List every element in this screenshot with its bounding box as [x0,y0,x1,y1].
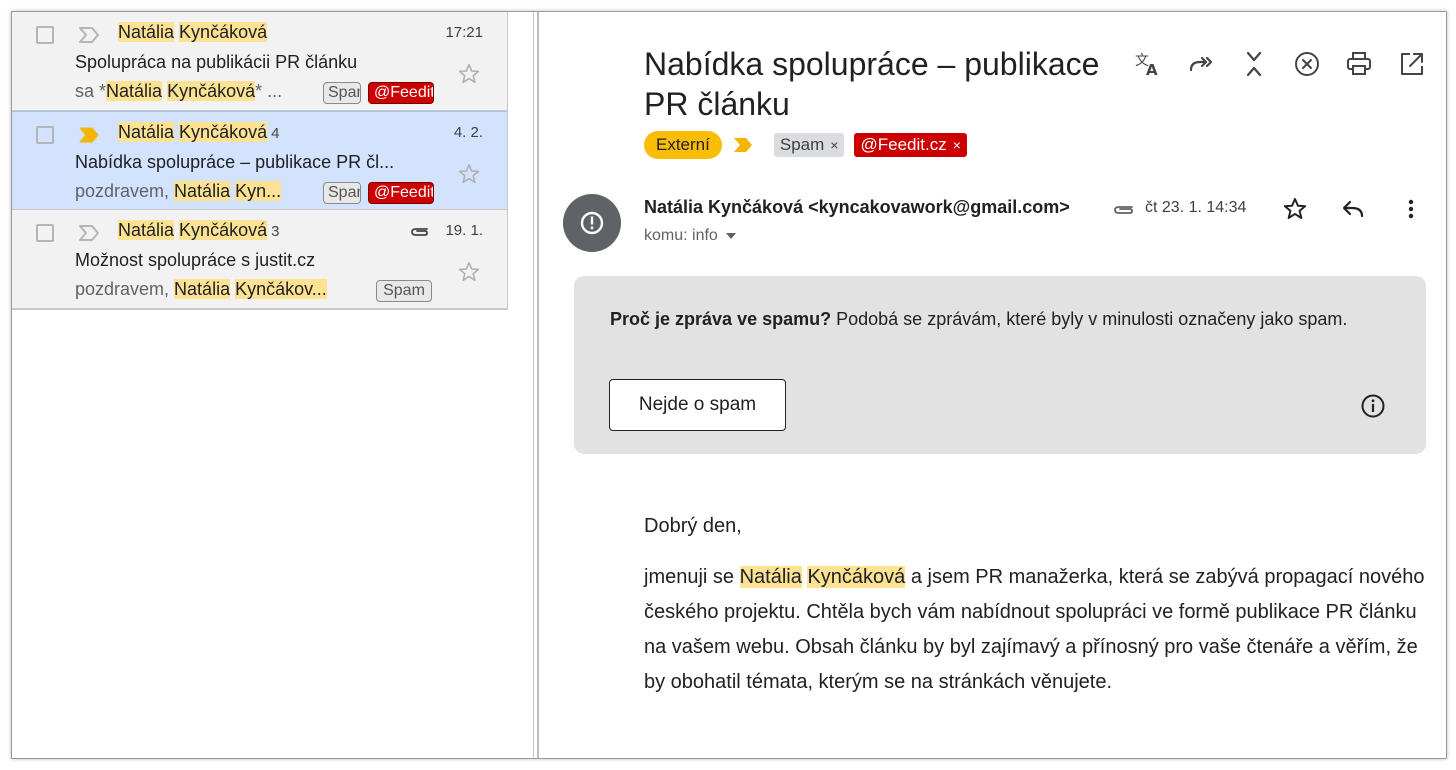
email-row[interactable]: Natália Kynčáková 17:21 Spolupráca na pu… [12,12,507,111]
thread-count: 4 [271,125,280,142]
email-snippet: pozdravem, Natália Kyn... [75,181,282,201]
spam-notice: Proč je zpráva ve spamu? Podobá se zpráv… [574,276,1426,454]
pane-divider[interactable] [533,12,539,758]
more-vert-icon[interactable] [1398,196,1424,222]
importance-marker-icon[interactable] [78,26,100,44]
remove-label-icon[interactable]: × [830,137,838,153]
reply-icon[interactable] [1340,196,1366,222]
email-subject: Spolupráca na publikácii PR článku [75,52,358,72]
forward-all-icon[interactable] [1187,50,1215,78]
spam-tag: Spam [376,280,432,302]
email-date: 17:21 [445,24,483,41]
email-row[interactable]: Natália Kynčáková 3 19. 1. Možnost spolup… [12,210,507,309]
info-icon[interactable] [1360,393,1386,419]
email-date: 19. 1. [445,222,483,239]
email-snippet: pozdravem, Natália Kynčákov... [75,279,327,299]
row-checkbox[interactable] [36,126,54,144]
email-date: 4. 2. [453,124,483,141]
importance-marker-icon[interactable] [78,224,100,242]
collapse-icon[interactable] [1240,50,1268,78]
avatar [563,194,621,252]
greeting: Dobrý den, [644,515,742,537]
sender-address[interactable]: Natália Kynčáková <kyncakovawork@gmail.c… [644,197,1092,218]
feedit-tag: @Feedit [368,182,434,204]
translate-icon[interactable]: 文A [1134,50,1162,78]
warning-icon [580,211,604,235]
email-subject: Nabídka spolupráce – publikace PR čl... [75,152,395,172]
sender-name: Natália Kynčáková [118,22,268,42]
external-label: Externí [644,131,722,159]
message-date: čt 23. 1. 14:34 [1145,199,1247,216]
body-paragraph: jmenuji se Natália Kynčáková a jsem PR m… [644,566,1425,693]
importance-marker-icon[interactable] [78,126,100,144]
not-spam-button[interactable]: Nejde o spam [609,379,786,431]
email-list: Natália Kynčáková 17:21 Spolupráca na pu… [12,12,508,310]
importance-marker-icon[interactable] [732,136,754,154]
open-new-window-icon[interactable] [1398,50,1426,78]
print-icon[interactable] [1345,50,1373,78]
star-icon[interactable] [1282,196,1308,222]
remove-label-icon[interactable]: × [953,137,961,153]
spam-tag: Spam [323,182,361,204]
message-labels: Externí Spam × @Feedit.cz × [644,131,967,159]
spam-tag: Spam [323,82,361,104]
recipient-line[interactable]: komu: info [644,227,736,245]
thread-count: 3 [271,223,280,240]
app-frame: Natália Kynčáková 17:21 Spolupráca na pu… [11,11,1447,759]
sender-name: Natália Kynčáková 4 [118,122,280,142]
spam-reason: Proč je zpráva ve spamu? Podobá se zpráv… [610,309,1348,329]
message-title: Nabídka spolupráce – publikace PR článku [644,46,1100,122]
star-icon[interactable] [457,62,481,86]
chevron-down-icon[interactable] [725,232,736,239]
message-body: Dobrý den, jmenuji se Natália Kynčáková … [644,514,1434,718]
row-checkbox[interactable] [36,26,54,44]
attachment-icon [411,228,428,236]
star-icon[interactable] [457,162,481,186]
star-icon[interactable] [457,260,481,284]
svg-text:A: A [1146,61,1158,78]
email-subject: Možnost spolupráce s justit.cz [75,250,316,270]
spam-label[interactable]: Spam × [773,133,845,157]
row-checkbox[interactable] [36,224,54,242]
close-circle-icon[interactable] [1293,50,1321,78]
email-snippet: sa *Natália Kynčáková* ... [75,81,283,101]
email-row[interactable]: Natália Kynčáková 4 4. 2. Nabídka spolupr… [12,111,507,210]
attachment-icon [1114,206,1133,214]
feedit-tag: @Feedit [368,82,434,104]
sender-name: Natália Kynčáková 3 [118,220,280,240]
feedit-label[interactable]: @Feedit.cz × [854,133,967,157]
